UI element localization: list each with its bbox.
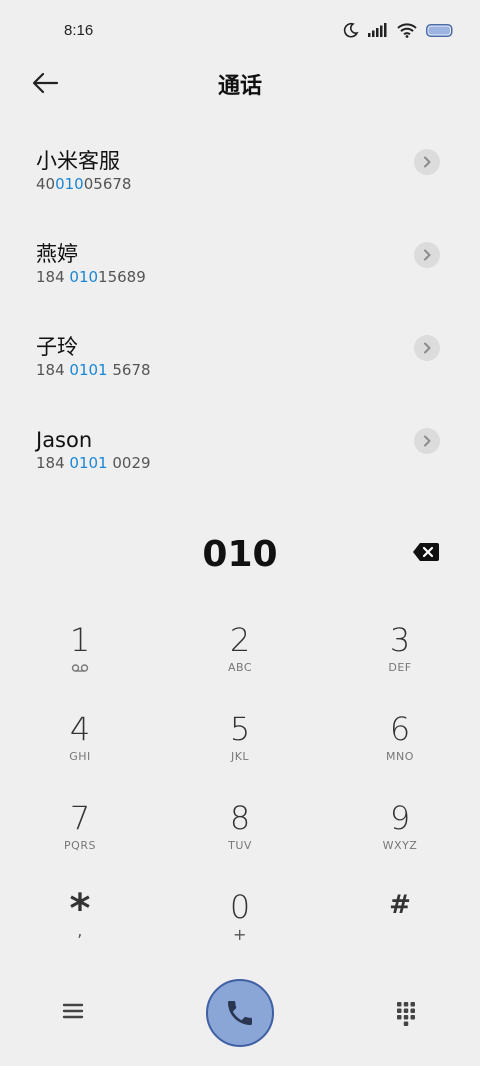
contact-number: 184 01015689 (36, 267, 480, 287)
key-9[interactable]: 9 WXYZ (320, 798, 480, 887)
key-digit: 9 (389, 799, 411, 837)
key-7[interactable]: 7 PQRS (0, 798, 160, 887)
key-letters: MNO (386, 750, 414, 763)
contact-name: 小米客服 (36, 149, 120, 173)
key-letters: GHI (69, 750, 91, 763)
key-digit: 3 (389, 621, 411, 659)
key-1[interactable]: 1 (0, 620, 160, 709)
key-5[interactable]: 5 JKL (160, 709, 320, 798)
voicemail-icon (71, 664, 89, 672)
contact-item[interactable]: 燕婷 184 01015689 (0, 223, 480, 316)
chevron-right-icon (424, 342, 431, 354)
key-digit: 1 (69, 621, 91, 659)
key-letters: WXYZ (382, 839, 418, 852)
moon-icon (343, 22, 359, 38)
number-prefix: 184 (36, 454, 70, 472)
key-letters: ABC (227, 661, 253, 674)
status-bar: 8:16 (0, 0, 480, 62)
bottom-bar (0, 978, 480, 1047)
backspace-button[interactable] (412, 542, 442, 564)
key-letters: PQRS (64, 839, 96, 852)
contact-detail-button[interactable] (414, 149, 440, 175)
contact-detail-button[interactable] (414, 242, 440, 268)
phone-icon (228, 1001, 252, 1025)
number-match: 0101 (69, 454, 108, 472)
contact-item[interactable]: Jason 184 0101 0029 (0, 409, 480, 502)
chevron-right-icon (424, 156, 431, 168)
key-letters: TUV (228, 839, 252, 852)
wifi-icon (397, 22, 417, 38)
key-digit: 6 (389, 710, 411, 748)
number-match: 010 (69, 268, 99, 286)
number-match: 010 (55, 175, 84, 193)
key-6[interactable]: 6 MNO (320, 709, 480, 798)
key-2[interactable]: 2 ABC (160, 620, 320, 709)
contact-item[interactable]: 小米客服 4001005678 (0, 130, 480, 223)
dial-keypad: 1 2 ABC 3 DEF 4 GHI 5 JKL 6 MNO 7 PQRS 8… (0, 620, 480, 976)
contact-name: 燕婷 (36, 242, 78, 266)
key-letters: DEF (388, 661, 412, 674)
key-letters: + (233, 925, 247, 944)
dial-display: 010 (0, 530, 480, 580)
page-title: 通话 (217, 74, 262, 99)
contact-detail-button[interactable] (414, 335, 440, 361)
key-4[interactable]: 4 GHI (0, 709, 160, 798)
number-suffix: 15689 (98, 268, 146, 286)
number-prefix: 40 (36, 175, 56, 193)
key-star[interactable]: * , (0, 887, 160, 976)
keypad-toggle-button[interactable] (394, 1000, 418, 1026)
call-button[interactable] (206, 979, 274, 1047)
chevron-right-icon (424, 249, 431, 261)
key-hash[interactable]: # (320, 887, 480, 976)
key-digit: 5 (229, 710, 251, 748)
key-digit: # (389, 890, 411, 920)
contact-item[interactable]: 子玲 184 0101 5678 (0, 316, 480, 409)
contact-name: 子玲 (36, 335, 78, 359)
backspace-icon (413, 543, 439, 561)
key-digit: 7 (69, 799, 91, 837)
number-prefix: 184 (36, 361, 70, 379)
key-digit: 8 (229, 799, 251, 837)
key-digit: 2 (229, 621, 251, 659)
number-suffix: 0029 (107, 454, 151, 472)
menu-button[interactable] (58, 998, 88, 1024)
number-prefix: 184 (36, 268, 70, 286)
contact-number: 184 0101 0029 (36, 453, 480, 473)
dialed-number[interactable]: 010 (0, 534, 480, 575)
status-time: 8:16 (64, 22, 94, 39)
menu-icon (62, 1003, 84, 1019)
number-suffix: 05678 (83, 175, 132, 193)
key-letters: , (77, 921, 83, 940)
key-8[interactable]: 8 TUV (160, 798, 320, 887)
contact-suggestion-list: 小米客服 4001005678 燕婷 184 01015689 子玲 184 0… (0, 130, 480, 502)
dialpad-icon (397, 1002, 415, 1026)
chevron-right-icon (424, 435, 431, 447)
contact-number: 4001005678 (36, 174, 480, 194)
header: 通话 (0, 62, 480, 106)
key-3[interactable]: 3 DEF (320, 620, 480, 709)
contact-number: 184 0101 5678 (36, 360, 480, 380)
key-digit: 4 (69, 710, 91, 748)
key-digit: 0 (229, 888, 251, 926)
key-letters: JKL (230, 750, 250, 763)
contact-detail-button[interactable] (414, 428, 440, 454)
number-suffix: 5678 (107, 361, 151, 379)
battery-icon (426, 23, 454, 37)
number-match: 0101 (69, 361, 108, 379)
key-0[interactable]: 0 + (160, 887, 320, 976)
status-icons (343, 22, 454, 38)
signal-icon (368, 23, 388, 37)
contact-name: Jason (36, 428, 93, 452)
